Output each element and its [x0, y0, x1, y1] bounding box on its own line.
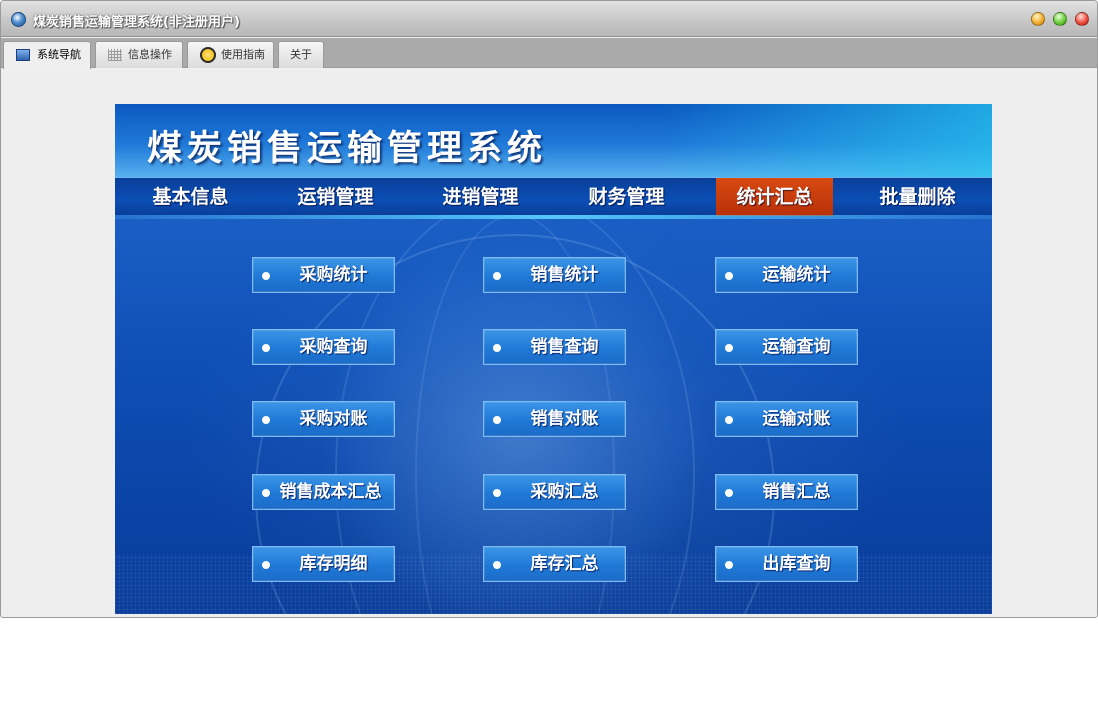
inventory-summary-button[interactable]: 库存汇总 — [483, 546, 626, 582]
bullet-icon — [262, 489, 270, 497]
sales-summary-button[interactable]: 销售汇总 — [715, 474, 858, 510]
bullet-icon — [493, 272, 501, 280]
button-label: 运输查询 — [762, 337, 831, 357]
grid-icon — [108, 49, 122, 61]
button-label: 销售汇总 — [762, 482, 831, 502]
transport-query-button[interactable]: 运输查询 — [715, 329, 858, 365]
inventory-detail-button[interactable]: 库存明细 — [252, 546, 395, 582]
button-label: 销售统计 — [530, 265, 599, 285]
tab-about[interactable]: 关于 — [278, 41, 324, 68]
maximize-button[interactable] — [1053, 12, 1067, 26]
bullet-icon — [725, 489, 733, 497]
tab-label: 信息操作 — [128, 48, 172, 61]
tab-bar: 系统导航 信息操作 使用指南 关于 — [1, 38, 1097, 69]
banner-title: 煤炭销售运输管理系统 — [147, 129, 548, 169]
tab-label: 使用指南 — [221, 48, 265, 61]
sales-query-button[interactable]: 销售查询 — [483, 329, 626, 365]
button-label: 采购对账 — [299, 409, 368, 429]
navigation-panel: 煤炭销售运输管理系统 基本信息 运销管理 进销管理 财务管理 统计汇总 批量删除… — [115, 104, 992, 614]
menu-statistics-summary[interactable]: 统计汇总 — [716, 178, 833, 216]
app-window: 煤炭销售运输管理系统(非注册用户) 系统导航 信息操作 使用指南 关于 煤炭销售… — [0, 0, 1098, 618]
button-label: 采购查询 — [299, 337, 368, 357]
menu-purchase-sales[interactable]: 进销管理 — [422, 178, 539, 216]
purchase-stats-button[interactable]: 采购统计 — [252, 257, 395, 293]
bullet-icon — [725, 272, 733, 280]
monitor-icon — [16, 49, 30, 61]
bullet-icon — [725, 416, 733, 424]
tab-info-ops[interactable]: 信息操作 — [95, 41, 183, 68]
window-title: 煤炭销售运输管理系统(非注册用户) — [33, 15, 240, 30]
bullet-icon — [493, 416, 501, 424]
tab-label: 关于 — [290, 48, 312, 61]
button-label: 出库查询 — [762, 554, 831, 574]
purchase-summary-button[interactable]: 采购汇总 — [483, 474, 626, 510]
tab-label: 系统导航 — [37, 48, 81, 61]
transport-stats-button[interactable]: 运输统计 — [715, 257, 858, 293]
button-label: 采购汇总 — [530, 482, 599, 502]
button-label: 运输对账 — [762, 409, 831, 429]
menu-batch-delete[interactable]: 批量删除 — [859, 178, 976, 216]
purchase-query-button[interactable]: 采购查询 — [252, 329, 395, 365]
bullet-icon — [262, 416, 270, 424]
banner: 煤炭销售运输管理系统 — [115, 104, 992, 177]
menu-finance[interactable]: 财务管理 — [568, 178, 685, 216]
bullet-icon — [725, 344, 733, 352]
minimize-button[interactable] — [1031, 12, 1045, 26]
transport-reconcile-button[interactable]: 运输对账 — [715, 401, 858, 437]
bullet-icon — [493, 344, 501, 352]
title-bar[interactable]: 煤炭销售运输管理系统(非注册用户) — [1, 1, 1097, 37]
bullet-icon — [262, 272, 270, 280]
sales-stats-button[interactable]: 销售统计 — [483, 257, 626, 293]
sales-reconcile-button[interactable]: 销售对账 — [483, 401, 626, 437]
main-menu: 基本信息 运销管理 进销管理 财务管理 统计汇总 批量删除 — [115, 177, 992, 219]
menu-basic-info[interactable]: 基本信息 — [132, 178, 249, 216]
purchase-reconcile-button[interactable]: 采购对账 — [252, 401, 395, 437]
tab-system-nav[interactable]: 系统导航 — [3, 41, 91, 69]
clock-icon — [200, 47, 216, 63]
button-label: 库存汇总 — [530, 554, 599, 574]
bullet-icon — [493, 489, 501, 497]
button-label: 运输统计 — [762, 265, 831, 285]
bullet-icon — [725, 561, 733, 569]
button-label: 销售查询 — [530, 337, 599, 357]
menu-transport-sales[interactable]: 运销管理 — [277, 178, 394, 216]
outbound-query-button[interactable]: 出库查询 — [715, 546, 858, 582]
close-button[interactable] — [1075, 12, 1089, 26]
bullet-icon — [262, 561, 270, 569]
app-logo-icon — [11, 12, 26, 27]
bullet-icon — [493, 561, 501, 569]
sales-cost-summary-button[interactable]: 销售成本汇总 — [252, 474, 395, 510]
button-label: 库存明细 — [299, 554, 368, 574]
tab-user-guide[interactable]: 使用指南 — [187, 41, 274, 68]
button-label: 销售成本汇总 — [279, 482, 382, 502]
content-area: 煤炭销售运输管理系统 基本信息 运销管理 进销管理 财务管理 统计汇总 批量删除… — [1, 69, 1097, 617]
bullet-icon — [262, 344, 270, 352]
button-label: 采购统计 — [299, 265, 368, 285]
button-label: 销售对账 — [530, 409, 599, 429]
